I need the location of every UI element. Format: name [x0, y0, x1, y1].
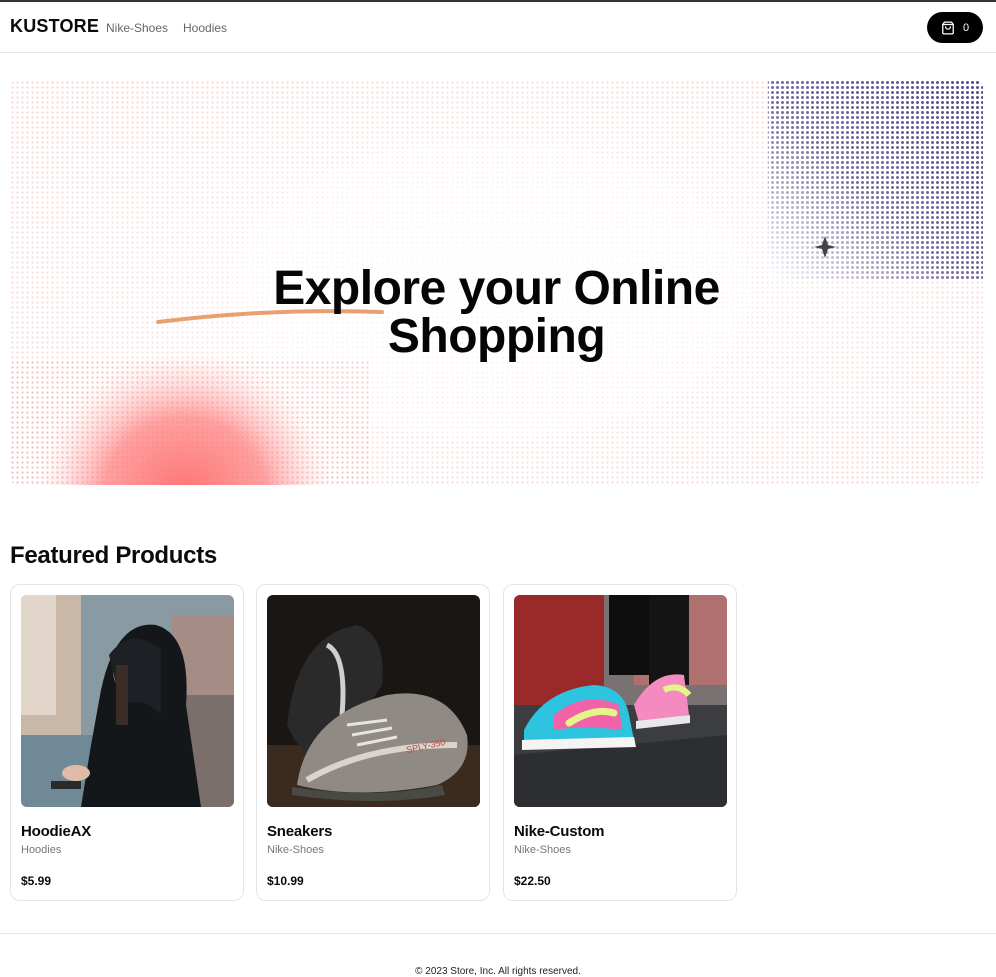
- hero-title-line1: Explore your Online: [273, 262, 720, 316]
- cart-button[interactable]: 0: [927, 12, 983, 43]
- product-category: Nike-Shoes: [267, 844, 324, 856]
- product-category: Nike-Shoes: [514, 844, 571, 856]
- featured-products-title: Featured Products: [10, 542, 217, 569]
- nav-link-hoodies[interactable]: Hoodies: [183, 21, 227, 35]
- cart-count: 0: [962, 21, 970, 34]
- product-image[interactable]: SPLY-350: [267, 595, 480, 807]
- product-name[interactable]: Sneakers: [267, 823, 332, 840]
- hero-title: Explore your Online Shopping: [10, 265, 983, 361]
- store-logo[interactable]: KUSTORE: [10, 16, 99, 37]
- product-card-sneakers[interactable]: SPLY-350 Sneakers Nike-Shoes $10.99: [256, 584, 490, 901]
- colorful-nike-sneakers-photo: [514, 595, 727, 807]
- product-name[interactable]: Nike-Custom: [514, 823, 605, 840]
- product-name[interactable]: HoodieAX: [21, 823, 91, 840]
- product-card-hoodieax[interactable]: HoodieAX Hoodies $5.99: [10, 584, 244, 901]
- hero-banner: Explore your Online Shopping: [10, 80, 983, 485]
- navbar: KUSTORE Nike-Shoes Hoodies 0: [0, 2, 996, 53]
- nav-link-nike-shoes[interactable]: Nike-Shoes: [106, 21, 168, 35]
- product-category: Hoodies: [21, 844, 62, 856]
- product-price: $10.99: [267, 874, 304, 888]
- shopping-bag-icon: [941, 21, 955, 35]
- product-image[interactable]: [21, 595, 234, 807]
- product-image[interactable]: [514, 595, 727, 807]
- product-card-nike-custom[interactable]: Nike-Custom Nike-Shoes $22.50: [503, 584, 737, 901]
- product-price: $5.99: [21, 874, 52, 888]
- footer: © 2023 Store, Inc. All rights reserved.: [0, 933, 996, 977]
- woman-in-black-hoodie-photo: [21, 595, 234, 807]
- product-price: $22.50: [514, 874, 551, 888]
- hero-title-line2: Shopping: [387, 310, 606, 364]
- grey-yeezy-sneakers-photo: SPLY-350: [267, 595, 480, 807]
